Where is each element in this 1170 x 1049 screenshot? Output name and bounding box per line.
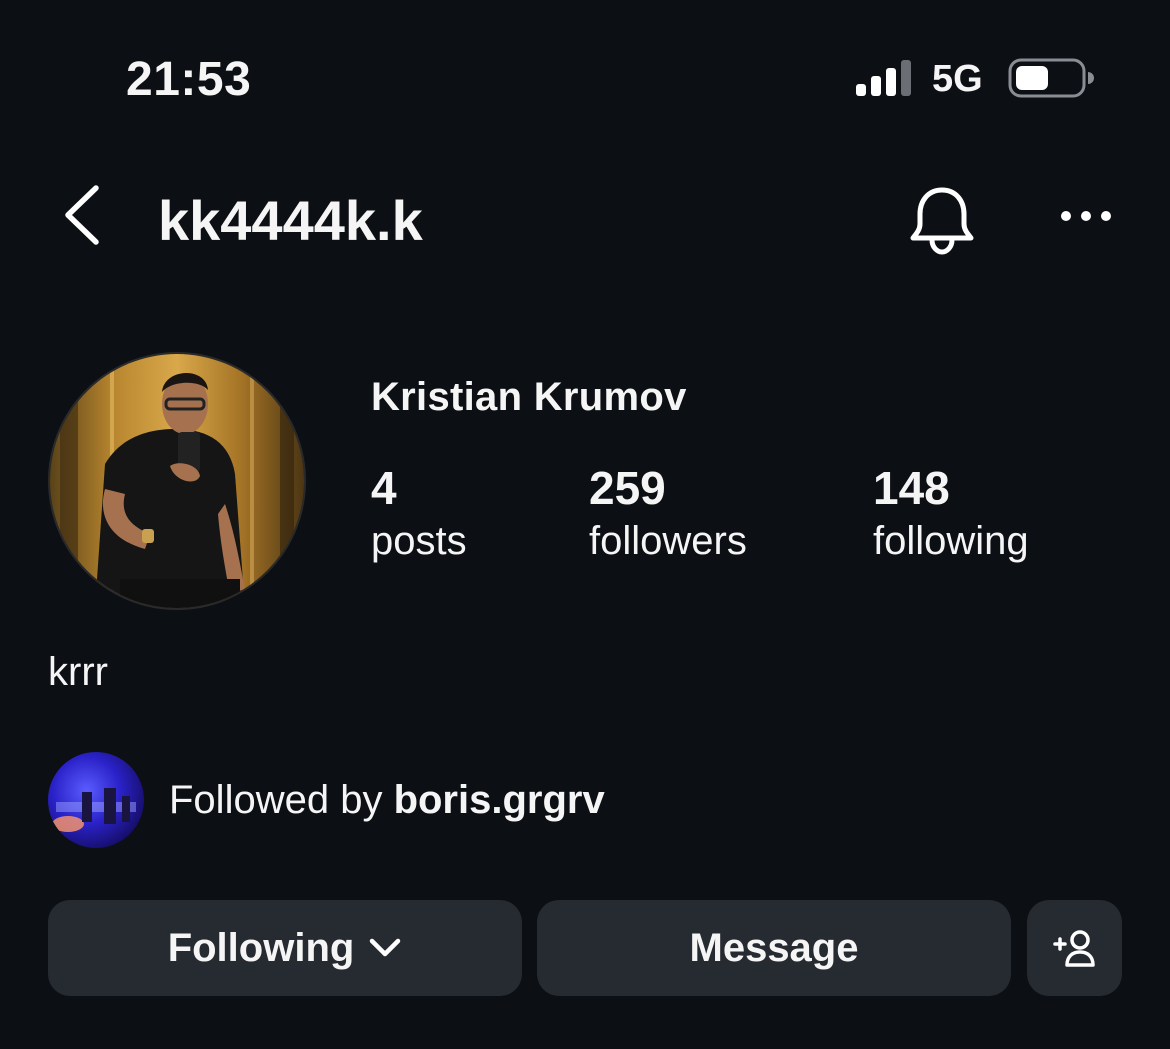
signal-icon: [856, 60, 911, 96]
mutual-follower-username[interactable]: boris.grgrv: [394, 778, 605, 822]
following-button[interactable]: Following: [48, 900, 522, 996]
posts-stat[interactable]: 4 posts: [371, 462, 467, 568]
following-label: following: [873, 519, 1029, 563]
followed-by-text: Followed by boris.grgrv: [169, 778, 605, 823]
followed-by[interactable]: Followed by boris.grgrv: [48, 752, 748, 850]
followers-label: followers: [589, 519, 747, 563]
back-icon[interactable]: [60, 182, 104, 248]
following-button-label: Following: [167, 925, 355, 970]
profile-username: kk4444k.k: [158, 189, 423, 252]
following-count: 148: [873, 462, 950, 514]
posts-label: posts: [371, 519, 467, 563]
followers-stat[interactable]: 259 followers: [589, 462, 747, 568]
mutual-follower-avatar[interactable]: [48, 752, 144, 848]
profile-avatar[interactable]: [48, 352, 306, 610]
profile-bio: krrr: [48, 650, 108, 694]
message-button-label: Message: [689, 925, 859, 970]
posts-count: 4: [371, 462, 397, 514]
battery-icon: [1008, 58, 1094, 98]
more-options-icon[interactable]: [1056, 196, 1116, 236]
bell-icon[interactable]: [906, 184, 978, 258]
followers-count: 259: [589, 462, 666, 514]
status-bar: 21:53 5G: [0, 0, 1170, 150]
followed-by-prefix: Followed by: [169, 778, 383, 822]
message-button[interactable]: Message: [537, 900, 1011, 996]
network-type: 5G: [932, 58, 983, 100]
profile-header: kk4444k.k: [0, 160, 1170, 270]
status-time: 21:53: [126, 53, 252, 106]
suggested-users-button[interactable]: [1027, 900, 1122, 996]
following-stat[interactable]: 148 following: [873, 462, 1029, 568]
chevron-down-icon: [370, 938, 401, 957]
profile-full-name: Kristian Krumov: [371, 375, 687, 419]
mutual-follower-photo: [48, 752, 144, 848]
profile-photo: [50, 354, 304, 608]
add-person-icon: [1052, 930, 1095, 967]
